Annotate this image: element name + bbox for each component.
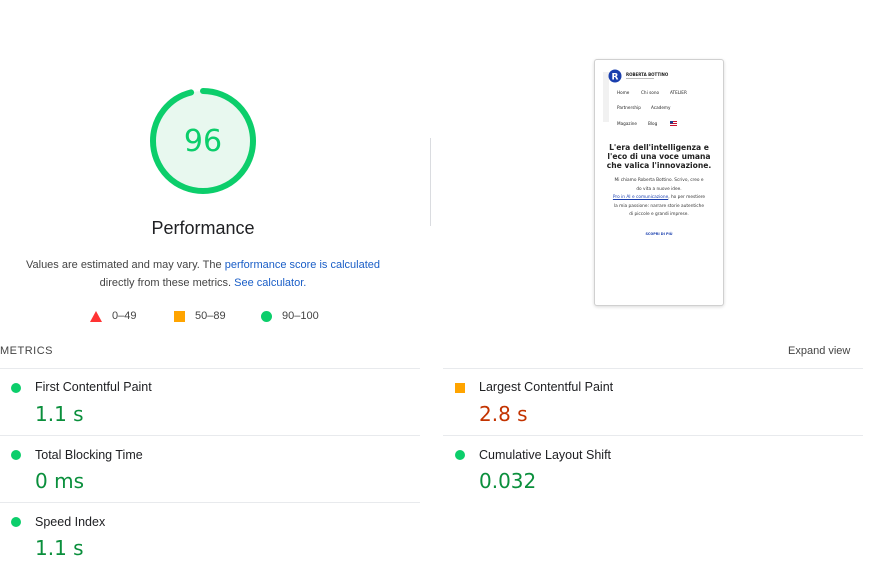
metric-name: Total Blocking Time — [35, 448, 143, 462]
us-flag-icon[interactable] — [670, 121, 677, 126]
estimate-text: Values are estimated and may vary. The — [25, 259, 222, 271]
metric-value: 1.1 s — [35, 536, 84, 560]
site-name: ROBERTA BOTTINO — [626, 72, 669, 77]
hero-body-line-3: Pro in AI e comunicazione, ho per mestie… — [595, 194, 723, 203]
cta-link[interactable]: SCOPRI DI PIÙ — [595, 232, 723, 236]
hero-body-tail: , ho per mestiere — [668, 195, 706, 200]
legend-pass-label: 90–100 — [282, 310, 319, 322]
metric-value: 1.1 s — [35, 402, 84, 426]
legend-fail-label: 0–49 — [112, 310, 137, 322]
nav-chi-sono[interactable]: Chi sono — [641, 90, 659, 95]
hero-body-line-4: la mia passione: narrare storie autentic… — [613, 203, 705, 209]
svg-text:R: R — [612, 73, 619, 83]
nav-academy[interactable]: Academy — [651, 105, 670, 110]
performance-title: Performance — [151, 218, 255, 238]
metrics-header: METRICS — [0, 345, 53, 357]
metric-total-blocking-time: Total Blocking Time 0 ms — [0, 436, 420, 502]
metric-average-icon — [455, 383, 465, 393]
metric-largest-contentful-paint: Largest Contentful Paint 2.8 s — [443, 368, 863, 435]
hero-body-line-5: di piccole e grandi imprese. — [629, 212, 689, 217]
nav-home[interactable]: Home — [617, 90, 629, 95]
site-tagline — [626, 78, 654, 79]
red-triangle-icon — [90, 310, 102, 322]
calculator-link[interactable]: See calculator. — [234, 277, 306, 289]
estimate-note: Values are estimated and may vary. The p… — [20, 256, 386, 292]
orange-square-icon — [174, 310, 185, 322]
nav-atelier[interactable]: ATELIER — [670, 90, 687, 95]
metric-value: 0.032 — [479, 469, 537, 493]
metric-name: Speed Index — [35, 515, 106, 529]
nav-magazine[interactable]: Magazine — [617, 121, 637, 126]
metric-speed-index: Speed Index 1.1 s — [0, 503, 420, 564]
hero-headline: L'era dell'intelligenza e l'eco di una v… — [595, 143, 723, 170]
final-screenshot[interactable]: R ROBERTA BOTTINO Home Chi sono ATELIER … — [594, 59, 724, 306]
legend-pass: 90–100 — [261, 310, 319, 322]
hero-body-line-1: Mi chiamo Roberta Bottino. Scrivo, creo … — [614, 178, 704, 183]
legend-average-label: 50–89 — [195, 310, 226, 322]
green-circle-icon — [261, 310, 272, 322]
legend-average: 50–89 — [174, 310, 226, 322]
metric-name: Cumulative Layout Shift — [479, 448, 612, 462]
performance-score-link[interactable]: performance score is calculated — [225, 259, 380, 271]
nav-blog[interactable]: Blog — [648, 121, 657, 126]
metric-value: 2.8 s — [479, 402, 528, 426]
expand-view-button[interactable]: Expand view — [788, 345, 850, 357]
estimate-text-2: directly from these metrics. — [99, 277, 232, 289]
performance-score: 96 — [183, 123, 223, 159]
metric-cumulative-layout-shift: Cumulative Layout Shift 0.032 — [443, 436, 863, 502]
metric-first-contentful-paint: First Contentful Paint 1.1 s — [0, 368, 420, 435]
hero-headline-line-3: che valica l'innovazione. — [606, 161, 712, 170]
metric-pass-icon — [11, 450, 21, 460]
nav-partnership[interactable]: Partnership — [617, 105, 641, 110]
section-divider — [430, 138, 431, 226]
hero-body-line-2: do vita a nuove idee. — [636, 186, 682, 192]
site-logo-icon: R — [608, 69, 622, 83]
metric-name: Largest Contentful Paint — [479, 380, 614, 394]
metric-value: 0 ms — [35, 469, 84, 493]
legend-fail: 0–49 — [90, 310, 136, 322]
metric-pass-icon — [11, 517, 21, 527]
hero-body-link[interactable]: Pro in AI e comunicazione — [613, 195, 668, 200]
hero-body: Mi chiamo Roberta Bottino. Scrivo, creo … — [595, 177, 723, 220]
metric-pass-icon — [11, 383, 21, 393]
metric-name: First Contentful Paint — [35, 380, 152, 394]
hero-headline-line-1: L'era dell'intelligenza e — [609, 143, 709, 152]
hero-headline-line-2: l'eco di una voce umana — [607, 152, 711, 161]
metric-pass-icon — [455, 450, 465, 460]
